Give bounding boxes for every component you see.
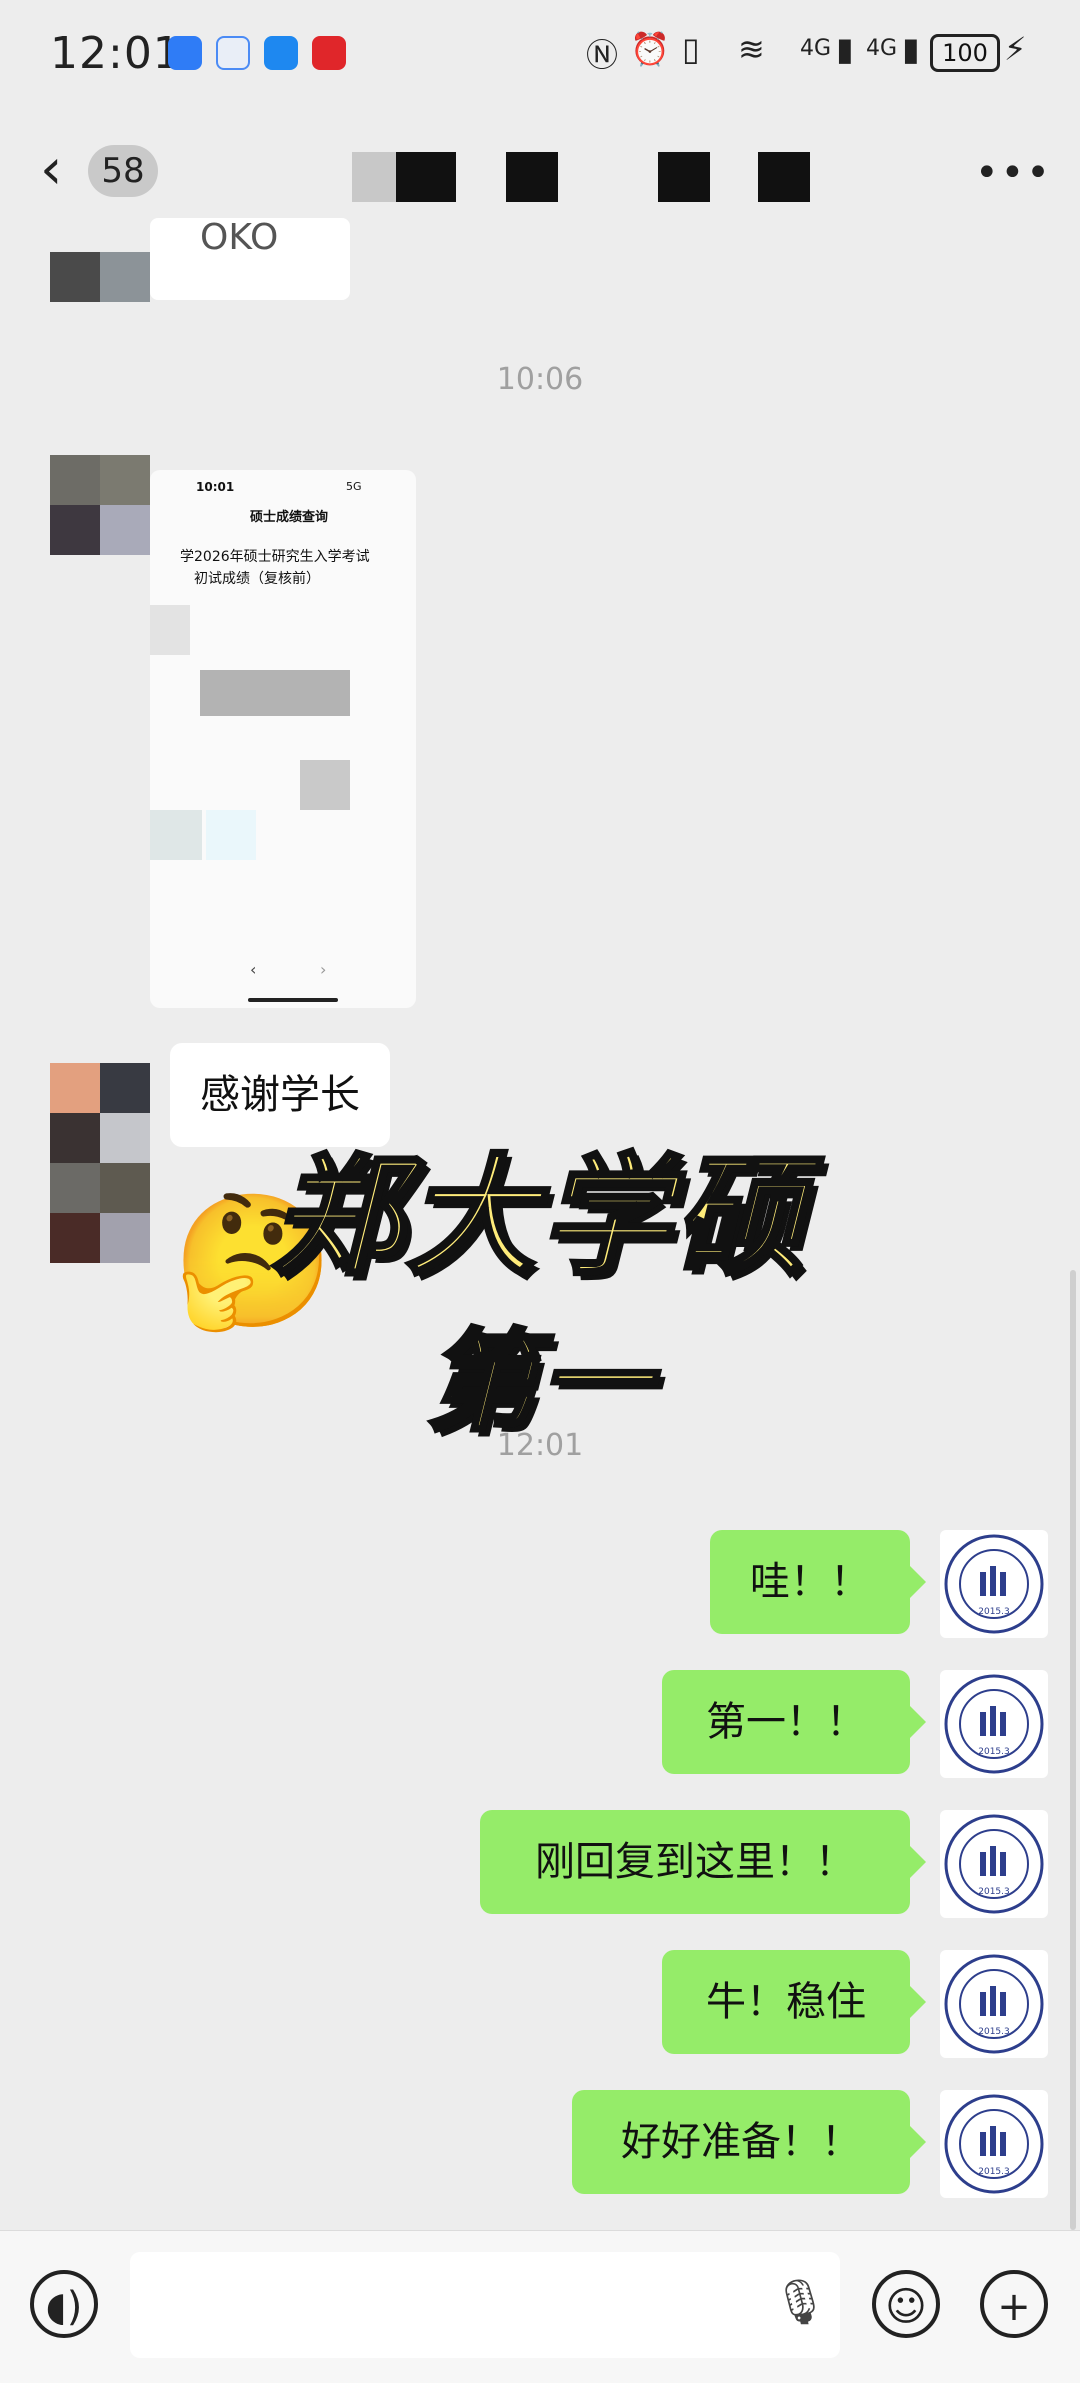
chevron-left-icon: ‹	[250, 960, 257, 979]
mosaic-block	[150, 810, 202, 860]
emoji-icon[interactable]: ☺	[872, 2270, 940, 2338]
title-mosaic	[396, 152, 456, 202]
app-k-icon	[264, 36, 298, 70]
signal-icon-a: ▮	[836, 30, 854, 68]
network-label-b: 4G	[866, 36, 898, 61]
mosaic-block	[200, 670, 350, 716]
message-input[interactable]	[130, 2252, 840, 2358]
title-mosaic	[352, 152, 396, 202]
title-mosaic	[658, 152, 710, 202]
nfc-icon: Ⓝ	[586, 36, 619, 74]
title-mosaic	[758, 152, 810, 202]
byd-icon	[312, 36, 346, 70]
seal-year: 2015.3	[978, 2027, 1010, 2037]
mic-icon[interactable]: 🎙	[772, 2276, 828, 2328]
shot-heading-line2: 初试成绩（复核前）	[194, 571, 320, 587]
status-bar: 12:01 Ⓝ ⏰ ▯ ≋ 4G ▮ 4G ▮ 100 ⚡	[0, 0, 1080, 110]
partial-message: OKO	[150, 218, 350, 300]
home-indicator	[248, 998, 338, 1002]
battery-indicator: 100	[930, 34, 1000, 72]
title-mosaic	[506, 152, 558, 202]
voice-icon[interactable]: ◖)	[30, 2270, 98, 2338]
scrollbar[interactable]	[1070, 1270, 1076, 2230]
seal-avatar[interactable]: 2015.3	[940, 1950, 1048, 2058]
shot-time: 10:01	[196, 480, 235, 494]
app-notification-icon	[168, 36, 202, 70]
shot-title: 硕士成绩查询	[250, 510, 329, 525]
seal-avatar[interactable]: 2015.3	[940, 1670, 1048, 1778]
overlay-title-line1: 郑大学硕	[270, 1139, 808, 1295]
plus-icon[interactable]: +	[980, 2270, 1048, 2338]
calendar-icon	[216, 36, 250, 70]
status-time: 12:01	[50, 28, 182, 79]
network-label-a: 4G	[800, 36, 832, 61]
shot-heading-line1: 学2026年硕士研究生入学考试	[180, 549, 370, 565]
sent-message-bubble[interactable]: 刚回复到这里！！	[480, 1810, 926, 1914]
back-icon[interactable]: ‹	[40, 140, 80, 200]
mosaic-block	[150, 605, 190, 655]
seal-year: 2015.3	[978, 1607, 1010, 1617]
seal-avatar[interactable]: 2015.3	[940, 1530, 1048, 1638]
charging-icon: ⚡	[1004, 30, 1027, 68]
seal-avatar[interactable]: 2015.3	[940, 2090, 1048, 2198]
sent-message-bubble[interactable]: 哇！！	[710, 1530, 926, 1634]
timestamp: 12:01	[496, 1428, 584, 1463]
signal-icon-b: ▮	[902, 30, 920, 68]
avatar[interactable]	[50, 252, 150, 302]
sent-message-bubble[interactable]: 牛！稳住	[662, 1950, 926, 2054]
more-icon[interactable]: •••	[975, 150, 1052, 196]
vibrate-icon: ▯	[682, 30, 700, 68]
mosaic-block	[300, 760, 350, 810]
seal-year: 2015.3	[978, 1747, 1010, 1757]
sent-message-bubble[interactable]: 第一！！	[662, 1670, 926, 1774]
shot-signal: 5G	[346, 480, 362, 493]
shared-screenshot-image[interactable]: 10:01 5G 硕士成绩查询 学2026年硕士研究生入学考试 初试成绩（复核前…	[150, 470, 416, 1008]
seal-avatar[interactable]: 2015.3	[940, 1810, 1048, 1918]
seal-year: 2015.3	[978, 2167, 1010, 2177]
wifi-icon: ≋	[738, 30, 765, 68]
unread-count-badge[interactable]: 58	[88, 145, 158, 197]
chevron-right-icon: ›	[320, 960, 327, 979]
timestamp: 10:06	[496, 362, 584, 397]
mosaic-block	[206, 810, 256, 860]
alarm-icon: ⏰	[630, 30, 670, 68]
sent-message-bubble[interactable]: 好好准备！！	[572, 2090, 926, 2194]
avatar[interactable]	[50, 455, 150, 555]
seal-year: 2015.3	[978, 1887, 1010, 1897]
